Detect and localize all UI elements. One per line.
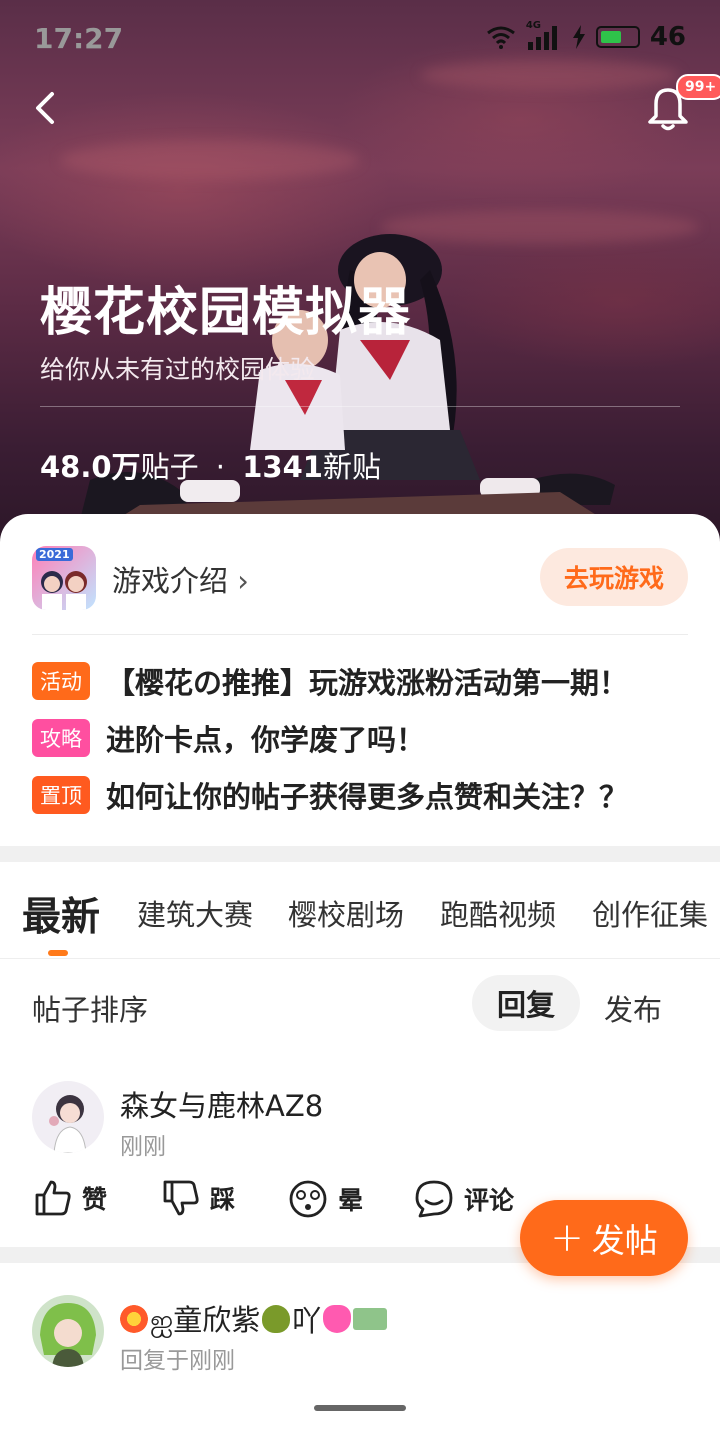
comment-button[interactable]: 评论: [414, 1179, 514, 1219]
sort-label: 帖子排序: [32, 993, 149, 1027]
status-time: 17:27: [34, 22, 124, 55]
cloud-streak: [60, 140, 360, 180]
dislike-label: 踩: [210, 1185, 236, 1214]
sort-bar: 帖子排序 回复 发布: [0, 959, 720, 1049]
notice-tag: 置顶: [32, 776, 90, 814]
game-intro-label: 游戏介绍: [112, 564, 229, 598]
notice-text: 【樱花の推推】玩游戏涨粉活动第一期！: [106, 666, 629, 700]
play-game-button[interactable]: 去玩游戏: [540, 548, 688, 606]
game-app-icon[interactable]: 2021: [32, 546, 96, 610]
avatar[interactable]: [32, 1295, 104, 1367]
comment-label: 评论: [464, 1186, 515, 1215]
post-time: 刚刚: [120, 1134, 166, 1160]
card-divider: [32, 634, 688, 635]
back-arrow-icon[interactable]: [30, 90, 66, 126]
battery-level: 46: [649, 22, 686, 52]
like-button[interactable]: 赞: [34, 1179, 107, 1217]
tab-building-contest[interactable]: 建筑大赛: [137, 892, 253, 934]
posts-count: 48.0万: [40, 450, 141, 484]
post-card[interactable]: ஐ童欣紫 吖 回复于刚刚: [0, 1263, 720, 1440]
like-label: 赞: [82, 1185, 108, 1214]
comment-bubble-icon: [415, 1180, 453, 1218]
dizzy-button[interactable]: 晕: [288, 1179, 363, 1219]
notice-item[interactable]: 活动 【樱花の推推】玩游戏涨粉活动第一期！: [32, 660, 628, 702]
tab-creation-call[interactable]: 创作征集: [592, 892, 708, 934]
tab-latest[interactable]: 最新: [22, 886, 100, 942]
money-emoji-icon: [353, 1308, 388, 1330]
hero-banner: 17:27 4G 46 99+ 樱花校园模拟器 给你从未有过的校园体验 48.0…: [0, 0, 720, 560]
network-type: 4G: [525, 20, 541, 31]
avatar[interactable]: [32, 1081, 104, 1153]
forum-stats: 48.0万贴子 · 1341新贴: [40, 444, 381, 486]
stats-separator: ·: [215, 450, 226, 484]
pear-emoji-icon: [262, 1305, 291, 1333]
game-icon-art: [41, 571, 87, 610]
create-post-button[interactable]: + 发帖: [520, 1200, 688, 1276]
notice-item[interactable]: 置顶 如何让你的帖子获得更多点赞和关注？？: [32, 774, 628, 816]
wifi-icon: [486, 26, 515, 49]
thumbs-up-icon: [35, 1180, 71, 1216]
hearts-emoji-icon: [323, 1305, 352, 1333]
post-username[interactable]: ஐ童欣紫 吖: [120, 1297, 388, 1341]
sort-by-publish-button[interactable]: 发布: [604, 987, 662, 1029]
dizzy-face-icon: [289, 1180, 327, 1218]
notice-tag: 活动: [32, 662, 90, 700]
battery-icon: [595, 26, 640, 48]
notice-text: 进阶卡点，你学废了吗！: [106, 723, 426, 757]
tab-parkour-video[interactable]: 跑酷视频: [440, 892, 556, 934]
username-prefix: ஐ童欣紫: [150, 1303, 261, 1337]
avatar-image: [40, 1303, 96, 1367]
status-right-group: 4G 46: [486, 20, 686, 52]
notice-tag: 攻略: [32, 719, 90, 757]
post-time: 回复于刚刚: [120, 1348, 235, 1374]
new-posts-label: 新贴: [322, 450, 381, 484]
status-bar: 17:27 4G 46: [0, 0, 720, 76]
tab-theater[interactable]: 樱校剧场: [288, 892, 404, 934]
post-username[interactable]: 森女与鹿林AZ8: [120, 1083, 323, 1125]
avatar-image: [49, 1095, 87, 1153]
dislike-button[interactable]: 踩: [162, 1179, 235, 1217]
notice-item[interactable]: 攻略 进阶卡点，你学废了吗！: [32, 717, 425, 759]
charging-icon: [572, 25, 585, 49]
posts-label: 贴子: [140, 450, 199, 484]
category-tabs: 最新 建筑大赛 樱校剧场 跑酷视频 创作征集: [0, 862, 720, 958]
new-posts-count: 1341: [242, 450, 323, 484]
page-subtitle: 给你从未有过的校园体验: [40, 355, 316, 384]
chevron-right-icon: ›: [237, 564, 249, 598]
page-title: 樱花校园模拟器: [40, 283, 412, 343]
home-indicator[interactable]: [314, 1405, 406, 1411]
explosion-emoji-icon: [120, 1305, 148, 1333]
signal-icon: 4G: [526, 20, 562, 50]
plus-icon: +: [550, 1215, 584, 1261]
game-intro-link[interactable]: 游戏介绍 ›: [112, 558, 249, 600]
dizzy-label: 晕: [338, 1186, 364, 1215]
active-tab-indicator: [48, 950, 68, 956]
notice-text: 如何让你的帖子获得更多点赞和关注？？: [106, 780, 629, 814]
thumbs-down-icon: [163, 1180, 199, 1216]
username-suffix: 吖: [292, 1304, 322, 1338]
hero-divider: [40, 406, 680, 407]
game-info-card: 2021 游戏介绍 › 去玩游戏 活动 【樱花の推推】玩游戏涨粉活动第一期！ 攻…: [0, 514, 720, 846]
sort-by-reply-button[interactable]: 回复: [472, 975, 580, 1031]
create-post-label: 发帖: [591, 1221, 658, 1260]
notification-badge: 99+: [676, 74, 720, 100]
